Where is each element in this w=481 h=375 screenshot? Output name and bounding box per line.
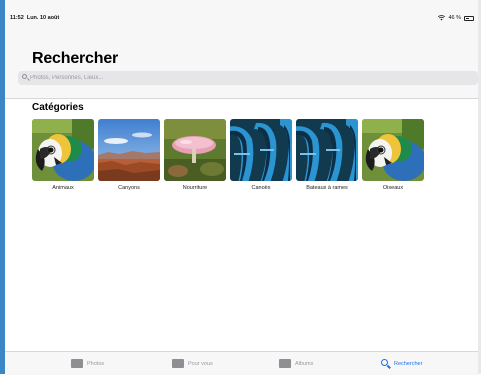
status-indicators: 46 % xyxy=(438,15,474,21)
tab-label: Albums xyxy=(295,360,314,367)
category-bateaux-a-rames[interactable]: Bateaux à rames xyxy=(296,119,358,191)
category-canoes[interactable]: Canoës xyxy=(230,119,292,191)
search-field[interactable] xyxy=(18,71,478,85)
tab-bar: Photos Pour vous Albums Rechercher xyxy=(5,351,478,375)
battery-percent: 46 % xyxy=(448,15,461,21)
category-canyons[interactable]: Canyons xyxy=(98,119,160,191)
category-thumbnail-parrot xyxy=(32,119,94,181)
category-label: Canyons xyxy=(118,185,140,191)
photos-app-screen: 11:52 Lun. 10 août 46 % Rechercher Catég… xyxy=(5,0,478,375)
category-thumbnail-canyon xyxy=(98,119,160,181)
status-bar: 11:52 Lun. 10 août 46 % xyxy=(5,0,478,38)
category-label: Canoës xyxy=(251,185,271,191)
status-time: 11:52 xyxy=(10,15,24,21)
albums-icon xyxy=(279,359,291,368)
category-oiseaux[interactable]: Oiseaux xyxy=(362,119,424,191)
category-label: Animaux xyxy=(52,185,74,191)
wifi-icon xyxy=(438,15,446,21)
tab-pour-vous[interactable]: Pour vous xyxy=(172,359,213,368)
page-title: Rechercher xyxy=(32,50,119,67)
category-nourriture[interactable]: Nourriture xyxy=(164,119,226,191)
category-animaux[interactable]: Animaux xyxy=(32,119,94,191)
header: Rechercher xyxy=(5,38,478,99)
status-time-date: 11:52 Lun. 10 août xyxy=(10,15,59,21)
category-label: Nourriture xyxy=(182,185,208,191)
search-icon xyxy=(22,74,27,79)
search-input[interactable] xyxy=(30,71,470,85)
tab-albums[interactable]: Albums xyxy=(279,359,313,368)
category-thumbnail-bird xyxy=(362,119,424,181)
tab-label: Rechercher xyxy=(394,360,423,367)
battery-icon xyxy=(464,15,474,21)
category-thumbnail-canoes xyxy=(230,119,292,181)
tab-photos[interactable]: Photos xyxy=(71,359,104,368)
categories-row: Animaux Canyons Nourriture Canoës Bateau… xyxy=(32,119,424,191)
category-thumbnail-food xyxy=(164,119,226,181)
tab-label: Photos xyxy=(87,360,105,367)
search-icon xyxy=(381,359,390,368)
category-thumbnail-rowboats xyxy=(296,119,358,181)
status-date: Lun. 10 août xyxy=(26,15,60,21)
tab-rechercher[interactable]: Rechercher xyxy=(381,359,422,368)
categories-title: Catégories xyxy=(32,102,84,113)
category-label: Oiseaux xyxy=(382,185,404,191)
for-you-icon xyxy=(172,359,184,368)
tab-label: Pour vous xyxy=(188,360,213,367)
category-label: Bateaux à rames xyxy=(306,185,348,191)
photos-icon xyxy=(71,359,83,368)
